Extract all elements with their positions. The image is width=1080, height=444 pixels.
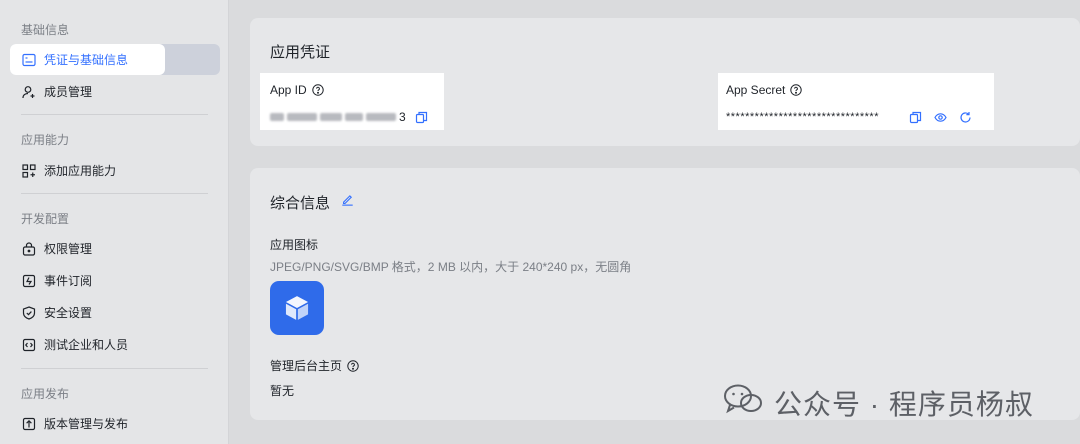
sidebar-item-permissions[interactable]: 权限管理 [10,233,220,264]
sidebar-item-label: 成员管理 [44,85,93,99]
sidebar-item-label: 权限管理 [44,242,93,256]
masked-segment [270,113,284,121]
sidebar-item-label: 事件订阅 [44,274,93,288]
credentials-icon [22,53,36,67]
sidebar-item-credentials[interactable]: 凭证与基础信息 [10,44,165,75]
copy-icon[interactable] [415,111,428,124]
masked-segment [345,113,363,121]
sidebar-item-label: 凭证与基础信息 [44,53,129,67]
sidebar-section-dev-config: 开发配置 [21,212,70,226]
copy-icon[interactable] [909,111,922,124]
homepage-value: 暂无 [270,384,295,398]
help-icon[interactable] [347,359,359,372]
apps-grid-icon [22,163,36,178]
app-id-value: 3 [270,110,428,124]
masked-segment [366,113,396,121]
sidebar-section-release: 应用发布 [21,387,70,401]
app-icon-label: 应用图标 [270,238,319,252]
wechat-icon [722,382,764,423]
sidebar: 基础信息 凭证与基础信息 成员管理 应用能力 添加应用能力 开发配置 权限管理 … [0,0,229,444]
credentials-title: 应用凭证 [270,44,331,61]
sidebar-item-label: 添加应用能力 [44,164,117,178]
lock-icon [22,241,36,256]
code-icon [22,338,36,352]
homepage-label-row: 管理后台主页 [270,357,359,374]
watermark: 公众号 · 程序员杨叔 [722,382,1034,423]
sidebar-item-label: 安全设置 [44,306,93,320]
general-info-title: 综合信息 [270,195,331,212]
watermark-text: 公众号 · 程序员杨叔 [774,388,1034,420]
event-icon [22,274,36,288]
app-id-label: App ID [270,83,307,97]
sidebar-item-label: 测试企业和人员 [44,338,129,352]
app-secret-value: ******************************** [726,111,879,123]
sidebar-divider [21,114,208,115]
app-secret-label-row: App Secret [726,83,803,97]
masked-segment [320,113,342,121]
sidebar-item-versions[interactable]: 版本管理与发布 [10,408,220,439]
sidebar-item-events[interactable]: 事件订阅 [10,265,220,296]
eye-icon[interactable] [934,111,947,124]
homepage-label: 管理后台主页 [270,359,343,373]
sidebar-section-basic: 基础信息 [21,23,70,37]
add-member-icon [22,85,36,99]
app-id-suffix: 3 [399,110,406,124]
sidebar-item-test-org[interactable]: 测试企业和人员 [10,329,220,360]
app-secret-label: App Secret [726,83,786,97]
sidebar-item-label: 版本管理与发布 [44,417,129,431]
app-root: 基础信息 凭证与基础信息 成员管理 应用能力 添加应用能力 开发配置 权限管理 … [0,0,1080,444]
refresh-icon[interactable] [959,111,972,124]
sidebar-item-members[interactable]: 成员管理 [10,76,220,107]
upload-icon [22,417,36,431]
sidebar-item-add-capability[interactable]: 添加应用能力 [10,155,220,186]
sidebar-divider [21,368,208,369]
shield-icon [22,305,36,320]
cube-icon [285,296,309,320]
sidebar-item-security[interactable]: 安全设置 [10,297,220,328]
edit-icon[interactable] [341,193,356,208]
app-icon[interactable] [270,281,324,335]
sidebar-divider [21,193,208,194]
app-icon-hint: JPEG/PNG/SVG/BMP 格式，2 MB 以内，大于 240*240 p… [270,260,632,274]
help-icon[interactable] [311,84,324,96]
app-id-label-row: App ID [270,83,324,97]
masked-segment [287,113,317,121]
help-icon[interactable] [790,84,803,96]
sidebar-section-capabilities: 应用能力 [21,133,70,147]
